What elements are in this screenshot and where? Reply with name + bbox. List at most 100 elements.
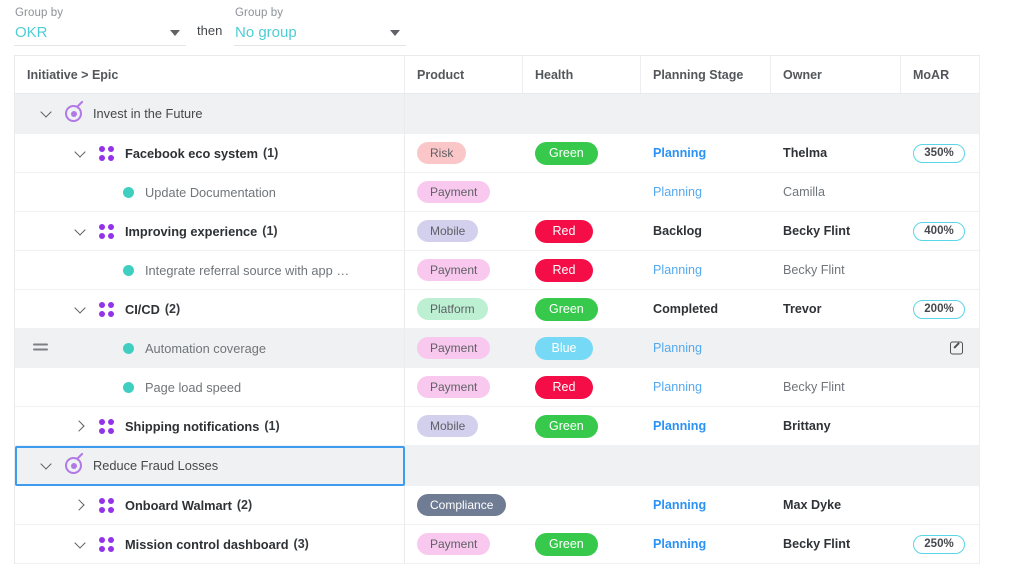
planning-stage-cell[interactable]	[641, 94, 771, 133]
table-row[interactable]: Mission control dashboard (3) Payment Green…	[15, 525, 979, 564]
moar-cell[interactable]: 250%	[901, 525, 979, 563]
moar-cell[interactable]	[901, 251, 979, 289]
planning-stage-cell[interactable]: Planning	[641, 251, 771, 289]
moar-cell[interactable]	[901, 446, 979, 485]
planning-stage-cell[interactable]: Planning	[641, 407, 771, 445]
planning-stage-cell[interactable]: Planning	[641, 173, 771, 211]
table-row[interactable]: Update Documentation Payment Planning Camil…	[15, 173, 979, 212]
column-header-initiative-epic[interactable]: Initiative > Epic	[15, 56, 405, 93]
product-cell[interactable]: Payment	[405, 368, 523, 406]
moar-cell[interactable]	[901, 486, 979, 524]
planning-stage-cell[interactable]: Planning	[641, 329, 771, 367]
planning-stage-cell[interactable]: Planning	[641, 368, 771, 406]
product-cell[interactable]: Payment	[405, 173, 523, 211]
table-row[interactable]: Reduce Fraud Losses	[15, 446, 979, 486]
chevron-down-icon[interactable]	[41, 108, 52, 119]
product-cell[interactable]: Compliance	[405, 486, 523, 524]
group-by-primary-select[interactable]: OKR	[14, 22, 186, 46]
column-header-planning-stage[interactable]: Planning Stage	[641, 56, 771, 93]
column-header-product[interactable]: Product	[405, 56, 523, 93]
health-cell[interactable]: Red	[523, 212, 641, 250]
health-cell[interactable]: Red	[523, 368, 641, 406]
table-row[interactable]: Facebook eco system (1) Risk Green Planning T…	[15, 134, 979, 173]
product-cell[interactable]: Payment	[405, 329, 523, 367]
group-by-secondary-select[interactable]: No group	[234, 22, 406, 46]
chevron-right-icon[interactable]	[75, 421, 86, 432]
product-cell[interactable]	[405, 446, 523, 485]
row-name-cell[interactable]: Page load speed	[15, 368, 405, 406]
table-row[interactable]: CI/CD (2) Platform Green Completed Trevor 200%	[15, 290, 979, 329]
table-row[interactable]: Page load speed Payment Red Planning Becky F…	[15, 368, 979, 407]
moar-cell[interactable]: 350%	[901, 134, 979, 172]
owner-cell[interactable]: Becky Flint	[771, 525, 901, 563]
owner-cell[interactable]: Becky Flint	[771, 251, 901, 289]
column-header-health[interactable]: Health	[523, 56, 641, 93]
table-row[interactable]: Shipping notifications (1) Mobile Green Plan…	[15, 407, 979, 446]
row-name-cell[interactable]: CI/CD (2)	[15, 290, 405, 328]
product-cell[interactable]	[405, 94, 523, 133]
planning-stage-cell[interactable]: Planning	[641, 134, 771, 172]
chevron-right-icon[interactable]	[75, 500, 86, 511]
health-cell[interactable]: Green	[523, 290, 641, 328]
row-name-cell[interactable]: Integrate referral source with app …	[15, 251, 405, 289]
planning-stage-cell[interactable]: Planning	[641, 486, 771, 524]
product-cell[interactable]: Risk	[405, 134, 523, 172]
product-cell[interactable]: Platform	[405, 290, 523, 328]
health-cell[interactable]	[523, 173, 641, 211]
health-cell[interactable]: Green	[523, 407, 641, 445]
row-name-cell[interactable]: Automation coverage	[15, 329, 963, 367]
health-cell[interactable]	[523, 446, 641, 485]
owner-cell[interactable]: Becky Flint	[771, 212, 901, 250]
row-name-cell[interactable]: Shipping notifications (1)	[15, 407, 405, 445]
table-row[interactable]: Integrate referral source with app … Paym…	[15, 251, 979, 290]
owner-cell[interactable]	[771, 446, 901, 485]
product-cell[interactable]: Mobile	[405, 407, 523, 445]
moar-cell[interactable]	[901, 368, 979, 406]
row-name-cell[interactable]: Update Documentation	[15, 173, 405, 211]
owner-cell[interactable]	[771, 329, 901, 367]
health-cell[interactable]: Green	[523, 525, 641, 563]
planning-stage-cell[interactable]: Planning	[641, 525, 771, 563]
owner-cell[interactable]: Becky Flint	[771, 368, 901, 406]
owner-cell[interactable]: Max Dyke	[771, 486, 901, 524]
row-name-cell[interactable]: Invest in the Future	[15, 94, 405, 133]
chevron-down-icon[interactable]	[75, 148, 86, 159]
owner-cell[interactable]: Camilla	[771, 173, 901, 211]
owner-cell[interactable]: Thelma	[771, 134, 901, 172]
product-cell[interactable]: Payment	[405, 525, 523, 563]
planning-stage-cell[interactable]: Completed	[641, 290, 771, 328]
moar-cell[interactable]: 400%	[901, 212, 979, 250]
row-name-cell[interactable]: Mission control dashboard (3)	[15, 525, 405, 563]
owner-cell[interactable]	[771, 94, 901, 133]
table-row[interactable]: Improving experience (1) Mobile Red Backlog B…	[15, 212, 979, 251]
planning-stage-cell[interactable]	[641, 446, 771, 485]
product-cell[interactable]: Payment	[405, 251, 523, 289]
table-row[interactable]: Invest in the Future	[15, 94, 979, 134]
chevron-down-icon[interactable]	[75, 539, 86, 550]
chevron-down-icon[interactable]	[75, 226, 86, 237]
moar-cell[interactable]	[901, 407, 979, 445]
health-cell[interactable]: Red	[523, 251, 641, 289]
table-row[interactable]: Automation coverage Payment Blue Planning	[15, 329, 979, 368]
row-name-cell[interactable]: Onboard Walmart (2)	[15, 486, 405, 524]
health-cell[interactable]: Green	[523, 134, 641, 172]
health-cell[interactable]	[523, 486, 641, 524]
column-header-moar[interactable]: MoAR	[901, 56, 979, 93]
chevron-down-icon[interactable]	[41, 460, 52, 471]
owner-cell[interactable]: Brittany	[771, 407, 901, 445]
product-cell[interactable]: Mobile	[405, 212, 523, 250]
column-header-owner[interactable]: Owner	[771, 56, 901, 93]
moar-cell[interactable]	[901, 329, 979, 367]
row-name-cell[interactable]: Improving experience (1)	[15, 212, 405, 250]
row-name-cell[interactable]: Facebook eco system (1)	[15, 134, 405, 172]
health-cell[interactable]	[523, 94, 641, 133]
owner-cell[interactable]: Trevor	[771, 290, 901, 328]
moar-cell[interactable]: 200%	[901, 290, 979, 328]
moar-cell[interactable]	[901, 94, 979, 133]
row-name-cell[interactable]: Reduce Fraud Losses	[15, 446, 405, 486]
moar-cell[interactable]	[901, 173, 979, 211]
chevron-down-icon[interactable]	[75, 304, 86, 315]
table-row[interactable]: Onboard Walmart (2) Compliance Planning Max …	[15, 486, 979, 525]
health-cell[interactable]: Blue	[523, 329, 641, 367]
planning-stage-cell[interactable]: Backlog	[641, 212, 771, 250]
